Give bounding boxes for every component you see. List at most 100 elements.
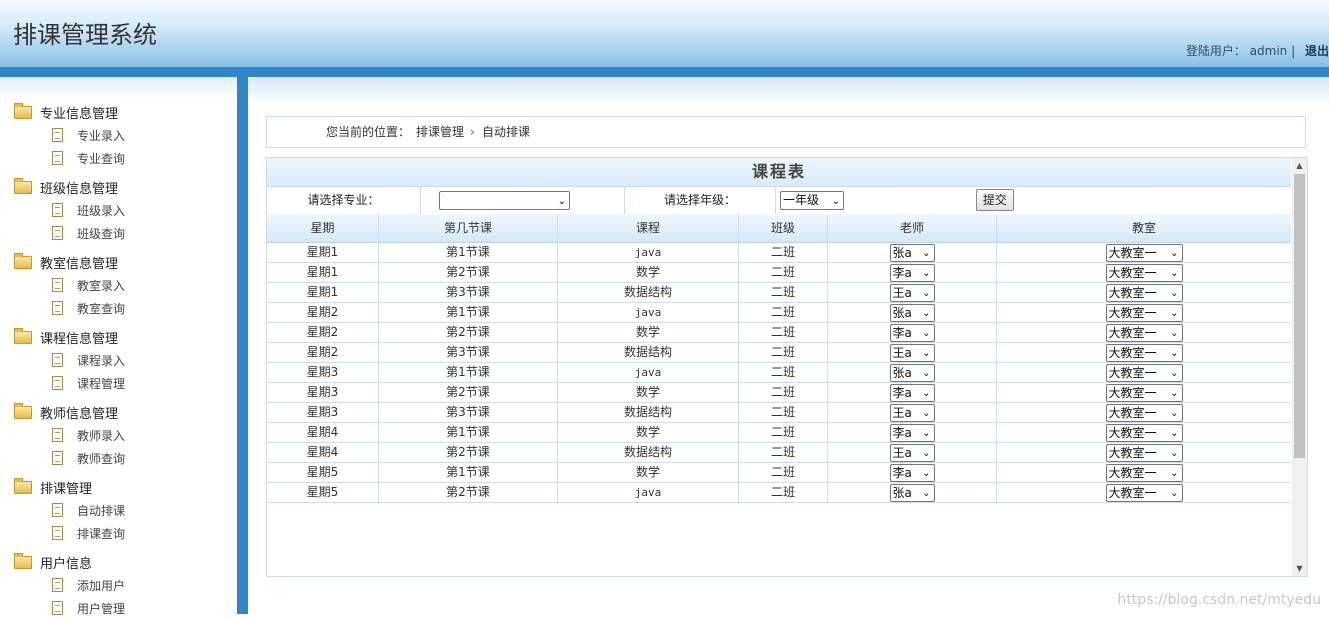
chevron-down-icon: ⌄: [1170, 307, 1179, 319]
cell-class-text: 二班: [770, 305, 795, 319]
nav-group-title[interactable]: 教室信息管理: [0, 253, 237, 275]
nav-group: 教室信息管理 教室录入 教室查询: [0, 253, 237, 321]
nav-item[interactable]: 自动排课: [0, 500, 237, 523]
cell-course-text: java: [634, 486, 662, 499]
chevron-down-icon: ⌄: [1170, 387, 1179, 399]
room-select[interactable]: 大教室一 ⌄: [1105, 383, 1183, 402]
teacher-select[interactable]: 李a ⌄: [889, 463, 935, 482]
cell-period: 第2节课: [379, 482, 558, 502]
cell-class-text: 二班: [770, 385, 795, 399]
teacher-select[interactable]: 王a ⌄: [889, 343, 935, 362]
nav-item[interactable]: 课程录入: [0, 350, 237, 373]
cell-course: 数据结构: [558, 402, 739, 422]
document-icon: [52, 428, 63, 442]
cell-course: java: [558, 482, 739, 502]
nav-item[interactable]: 添加用户: [0, 575, 237, 598]
nav-item[interactable]: 用户管理: [0, 598, 237, 621]
nav-item[interactable]: 专业录入: [0, 125, 237, 148]
room-select[interactable]: 大教室一 ⌄: [1105, 323, 1183, 342]
nav-group-title[interactable]: 课程信息管理: [0, 328, 237, 350]
nav-group-title[interactable]: 排课管理: [0, 478, 237, 500]
room-select-value: 大教室一: [1108, 385, 1157, 400]
cell-period-text: 第1节课: [446, 425, 490, 439]
breadcrumb-parent[interactable]: 排课管理: [416, 117, 464, 147]
room-select[interactable]: 大教室一 ⌄: [1105, 303, 1183, 322]
grade-select[interactable]: 一年级 ⌄: [780, 191, 844, 210]
submit-button[interactable]: 提交: [975, 189, 1014, 211]
table-row: 星期1 第1节课 java 二班 张a ⌄ 大教室一 ⌄: [267, 242, 1291, 263]
scroll-down-arrow-icon[interactable]: ▼: [1292, 561, 1307, 576]
room-select[interactable]: 大教室一 ⌄: [1105, 343, 1183, 362]
teacher-select[interactable]: 王a ⌄: [889, 443, 935, 462]
nav-item[interactable]: 教师录入: [0, 425, 237, 448]
nav-group-title[interactable]: 专业信息管理: [0, 103, 237, 125]
room-select[interactable]: 大教室一 ⌄: [1105, 423, 1183, 442]
cell-weekday-text: 星期3: [306, 385, 339, 399]
nav-group-title[interactable]: 用户信息: [0, 553, 237, 575]
teacher-select-value: 王a: [892, 445, 912, 460]
nav-item[interactable]: 排课查询: [0, 523, 237, 546]
room-select[interactable]: 大教室一 ⌄: [1105, 403, 1183, 422]
cell-class: 二班: [739, 462, 828, 482]
cell-room: 大教室一 ⌄: [997, 242, 1291, 262]
cell-period: 第1节课: [379, 422, 558, 442]
teacher-select-value: 张a: [892, 485, 912, 500]
cell-course-text: 数据结构: [623, 445, 672, 459]
room-select[interactable]: 大教室一 ⌄: [1105, 483, 1183, 502]
nav-item[interactable]: 教师查询: [0, 448, 237, 471]
cell-period-text: 第1节课: [446, 245, 490, 259]
nav-item[interactable]: 班级录入: [0, 200, 237, 223]
teacher-select[interactable]: 王a ⌄: [889, 283, 935, 302]
room-select[interactable]: 大教室一 ⌄: [1105, 283, 1183, 302]
cell-course: java: [558, 302, 739, 322]
cell-course: 数学: [558, 262, 739, 282]
cell-weekday: 星期2: [267, 322, 379, 342]
nav-group-title[interactable]: 教师信息管理: [0, 403, 237, 425]
room-select-value: 大教室一: [1108, 365, 1157, 380]
teacher-select[interactable]: 张a ⌄: [889, 303, 935, 322]
cell-room: 大教室一 ⌄: [997, 322, 1291, 342]
cell-course-text: 数学: [635, 325, 660, 339]
cell-weekday: 星期3: [267, 402, 379, 422]
nav-item-label: 自动排课: [77, 504, 126, 518]
teacher-select[interactable]: 李a ⌄: [889, 323, 935, 342]
cell-period: 第2节课: [379, 442, 558, 462]
teacher-select[interactable]: 张a ⌄: [889, 363, 935, 382]
scroll-thumb[interactable]: [1294, 174, 1305, 458]
nav-group-label: 用户信息: [40, 557, 93, 572]
teacher-select[interactable]: 张a ⌄: [889, 483, 935, 502]
major-select[interactable]: ⌄: [439, 191, 570, 210]
teacher-select[interactable]: 李a ⌄: [889, 263, 935, 282]
cell-course: 数学: [558, 462, 739, 482]
nav-item[interactable]: 课程管理: [0, 373, 237, 396]
nav-group-title[interactable]: 班级信息管理: [0, 178, 237, 200]
cell-course-text: 数学: [635, 385, 660, 399]
cell-class: 二班: [739, 482, 828, 502]
table-scrollbar[interactable]: ▲ ▼: [1292, 158, 1307, 576]
folder-open-icon: [14, 478, 32, 494]
nav-item[interactable]: 班级查询: [0, 223, 237, 246]
room-select[interactable]: 大教室一 ⌄: [1105, 263, 1183, 282]
teacher-select[interactable]: 王a ⌄: [889, 403, 935, 422]
scroll-up-arrow-icon[interactable]: ▲: [1292, 158, 1307, 173]
nav-item[interactable]: 专业查询: [0, 148, 237, 171]
cell-period-text: 第3节课: [446, 345, 490, 359]
nav-item[interactable]: 教室录入: [0, 275, 237, 298]
nav-item-label: 教师录入: [77, 429, 126, 443]
cell-teacher: 李a ⌄: [828, 462, 997, 482]
teacher-select[interactable]: 张a ⌄: [889, 243, 935, 262]
logout-link[interactable]: 退出: [1305, 44, 1329, 58]
room-select[interactable]: 大教室一 ⌄: [1105, 443, 1183, 462]
cell-weekday: 星期4: [267, 442, 379, 462]
teacher-select[interactable]: 李a ⌄: [889, 383, 935, 402]
cell-course-text: 数学: [635, 265, 660, 279]
teacher-select[interactable]: 李a ⌄: [889, 423, 935, 442]
cell-weekday-text: 星期1: [306, 285, 339, 299]
room-select[interactable]: 大教室一 ⌄: [1105, 363, 1183, 382]
room-select[interactable]: 大教室一 ⌄: [1105, 463, 1183, 482]
room-select[interactable]: 大教室一 ⌄: [1105, 243, 1183, 262]
cell-course-text: 数据结构: [623, 345, 672, 359]
nav-item[interactable]: 教室查询: [0, 298, 237, 321]
folder-open-icon: [14, 178, 32, 194]
document-icon: [52, 278, 63, 292]
